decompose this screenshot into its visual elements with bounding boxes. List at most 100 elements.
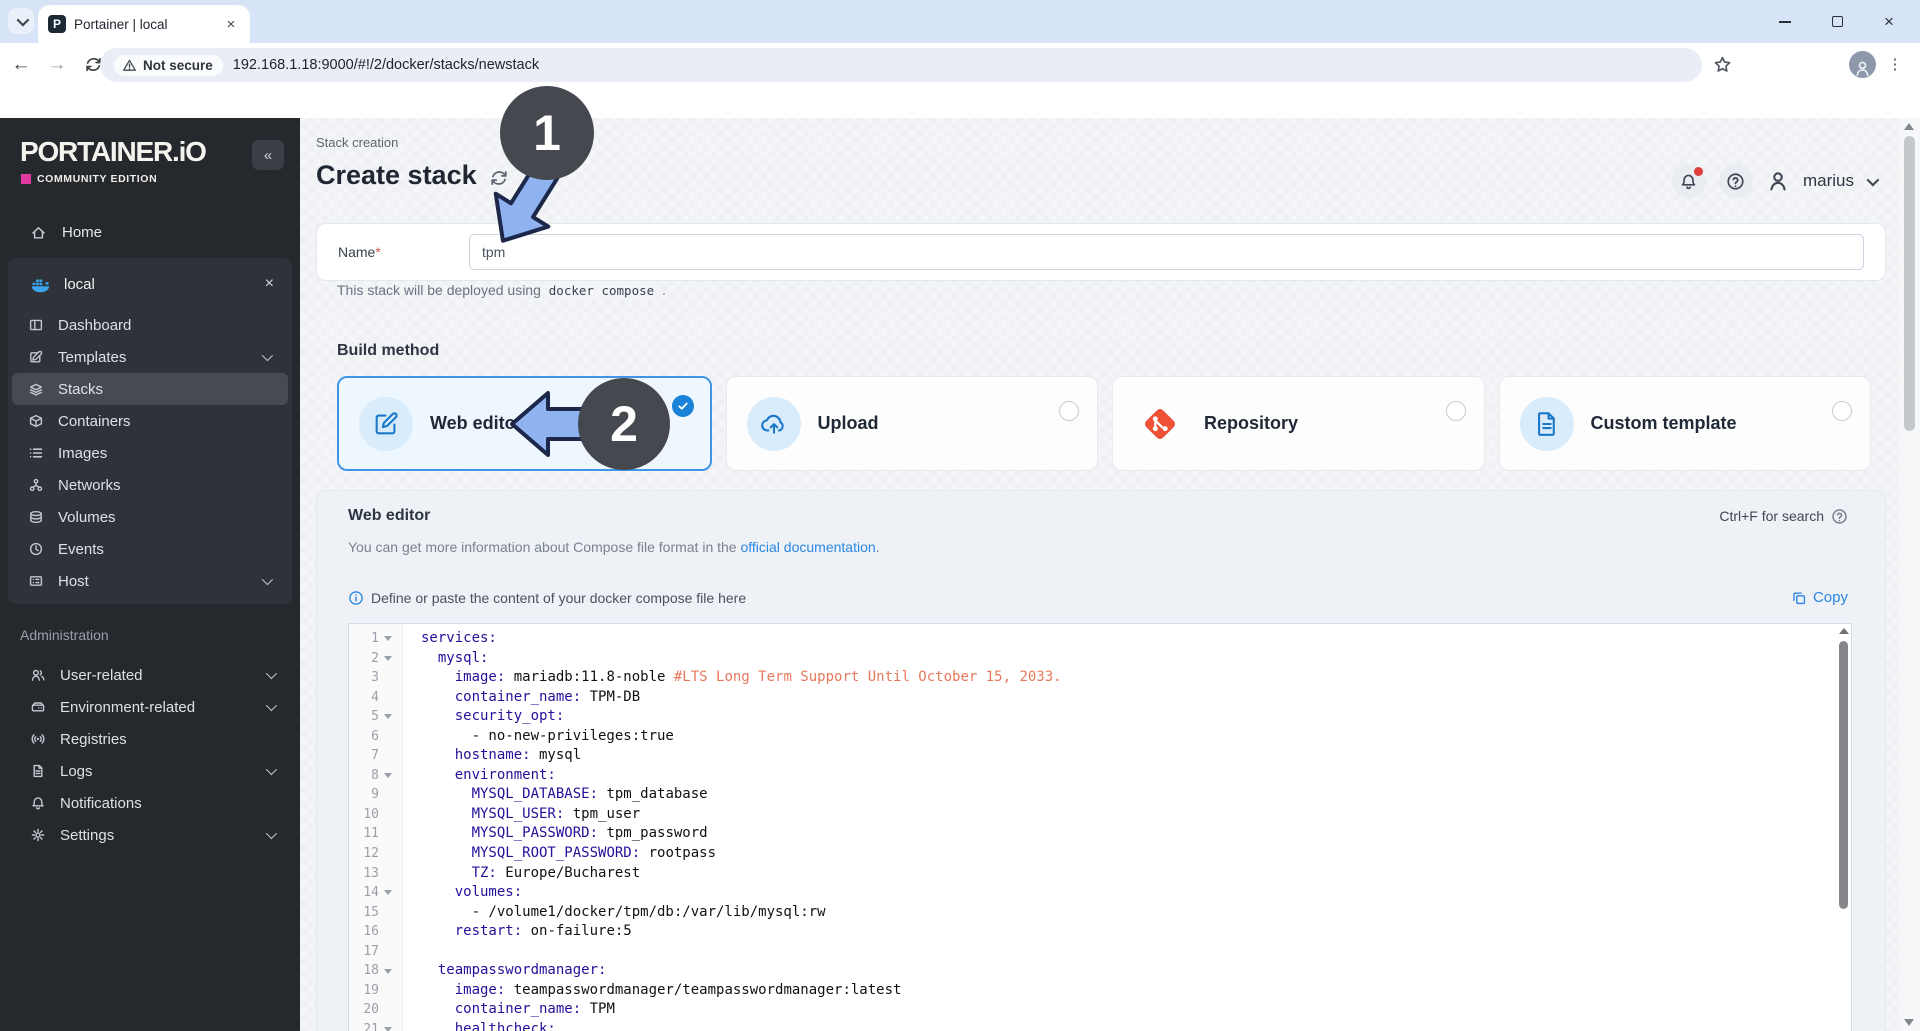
security-label: Not secure <box>143 57 213 73</box>
editor-scrollbar[interactable] <box>1836 624 1851 1031</box>
address-bar[interactable]: Not secure 192.168.1.18:9000/#!/2/docker… <box>100 48 1702 82</box>
stack-name-card: Name* <box>316 223 1886 281</box>
notifications-icon <box>30 795 46 811</box>
window-maximize-button[interactable] <box>1824 9 1850 35</box>
dashboard-icon <box>28 317 44 333</box>
sidebar-item-events[interactable]: Events <box>12 533 288 565</box>
chevron-down-icon <box>16 13 29 26</box>
refresh-icon[interactable] <box>489 168 509 188</box>
radio-button[interactable] <box>1445 401 1466 421</box>
scroll-down-icon[interactable] <box>1904 1019 1914 1026</box>
sidebar-collapse-button[interactable]: « <box>252 140 284 170</box>
fold-arrow-icon <box>384 890 392 896</box>
radio-button[interactable] <box>1059 401 1079 421</box>
scroll-up-icon[interactable] <box>1839 628 1849 634</box>
radio-button[interactable] <box>1832 401 1852 421</box>
stack-name-input[interactable] <box>469 234 1864 270</box>
code-line-6: - no-new-privileges:true <box>421 727 674 744</box>
page-title: Create stack <box>316 160 477 190</box>
code-line-10: MYSQL_USER: tpm_user <box>471 805 641 822</box>
help-button[interactable] <box>1718 164 1753 198</box>
name-label: Name* <box>338 244 381 260</box>
code-line-11: MYSQL_PASSWORD: tpm_password <box>471 825 708 842</box>
build-method-repository[interactable]: Repository <box>1112 376 1485 471</box>
environment-close-icon[interactable]: × <box>265 275 274 293</box>
code-line-18: teampasswordmanager: <box>437 962 607 979</box>
editor-instruction: Define or paste the content of your dock… <box>348 590 746 606</box>
line-number: 9 <box>371 787 379 803</box>
editor-code[interactable]: services: mysql: image: mariadb:11.8-nob… <box>403 624 1836 1031</box>
sidebar-item-templates[interactable]: Templates <box>12 341 288 373</box>
user-menu[interactable]: marius <box>1803 171 1854 191</box>
code-line-14: volumes: <box>454 884 523 901</box>
page-scrollbar[interactable] <box>1899 118 1920 1031</box>
selected-check-icon <box>671 395 694 417</box>
back-button[interactable]: ← <box>6 50 36 80</box>
events-icon <box>28 541 44 557</box>
editor-scrollbar-thumb[interactable] <box>1839 641 1848 909</box>
sidebar-item-dashboard[interactable]: Dashboard <box>12 309 288 341</box>
bookmark-star-icon[interactable] <box>1713 55 1732 74</box>
sidebar-item-networks[interactable]: Networks <box>12 469 288 501</box>
notifications-button[interactable] <box>1671 164 1706 198</box>
chevron-down-icon <box>265 763 278 776</box>
environments-icon <box>30 699 46 715</box>
forward-button[interactable]: → <box>42 50 72 80</box>
git-icon <box>1140 404 1180 444</box>
sidebar-item-registries[interactable]: Registries <box>8 723 292 755</box>
sidebar-item-environment-related[interactable]: Environment-related <box>8 691 292 723</box>
fold-arrow-icon <box>384 714 392 720</box>
tab-close-icon[interactable]: × <box>222 15 240 33</box>
build-method-custom-template[interactable]: Custom template <box>1498 376 1871 471</box>
line-number: 21 <box>363 1021 379 1031</box>
sidebar-item-images[interactable]: Images <box>12 437 288 469</box>
window-close-button[interactable]: × <box>1876 9 1902 35</box>
fold-arrow-icon <box>384 1027 392 1031</box>
fold-arrow-icon <box>384 636 392 642</box>
browser-menu-icon[interactable]: ⋮ <box>1882 51 1908 77</box>
chevron-down-icon[interactable] <box>1866 173 1880 186</box>
portainer-favicon: P <box>48 15 66 33</box>
official-documentation-link[interactable]: official documentation <box>740 539 875 555</box>
copy-button[interactable]: Copy <box>1791 589 1848 606</box>
fold-toggle[interactable] <box>379 773 397 779</box>
help-circle-icon[interactable] <box>1831 508 1848 525</box>
build-method-upload[interactable]: Upload <box>725 376 1098 471</box>
scroll-up-icon[interactable] <box>1904 123 1914 130</box>
fold-toggle[interactable] <box>379 890 397 896</box>
sidebar-item-host[interactable]: Host <box>12 565 288 597</box>
page-scrollbar-thumb[interactable] <box>1904 136 1915 431</box>
line-number: 7 <box>371 748 379 764</box>
administration-heading: Administration <box>20 627 109 643</box>
fold-toggle[interactable] <box>379 636 397 642</box>
sidebar-item-user-related[interactable]: User-related <box>8 659 292 691</box>
help-icon <box>1726 172 1745 191</box>
tab-search-button[interactable] <box>8 8 34 34</box>
fold-toggle[interactable] <box>379 968 397 974</box>
window-minimize-button[interactable] <box>1772 9 1798 35</box>
compose-code-editor[interactable]: 1 2 3 4 5 6 7 8 9 10 11 12 13 14 15 16 17 18 19 20 21 servic… <box>348 623 1852 1031</box>
line-number: 18 <box>363 963 379 979</box>
line-number: 16 <box>363 924 379 940</box>
code-line-15: - /volume1/docker/tpm/db:/var/lib/mysql:… <box>421 903 826 920</box>
site-security-chip[interactable]: Not secure <box>114 54 223 76</box>
environment-local[interactable]: local × <box>8 264 292 304</box>
sidebar-item-settings[interactable]: Settings <box>8 819 292 851</box>
breadcrumb: Stack creation <box>316 135 399 150</box>
fold-toggle[interactable] <box>379 655 397 661</box>
code-line-20: container_name: TPM <box>454 1001 615 1018</box>
docker-icon <box>30 274 51 295</box>
web-editor-heading: Web editor <box>348 507 431 524</box>
fold-toggle[interactable] <box>379 1027 397 1031</box>
edition-badge: COMMUNITY EDITION <box>21 173 157 185</box>
browser-tab[interactable]: P Portainer | local × <box>38 5 250 43</box>
sidebar-item-logs[interactable]: Logs <box>8 755 292 787</box>
sidebar-item-volumes[interactable]: Volumes <box>12 501 288 533</box>
info-icon <box>348 590 364 606</box>
sidebar-item-stacks[interactable]: Stacks <box>12 373 288 405</box>
sidebar-item-home[interactable]: Home <box>0 215 300 249</box>
sidebar-item-notifications[interactable]: Notifications <box>8 787 292 819</box>
browser-profile-avatar[interactable] <box>1849 51 1876 78</box>
sidebar-item-containers[interactable]: Containers <box>12 405 288 437</box>
fold-toggle[interactable] <box>379 714 397 720</box>
